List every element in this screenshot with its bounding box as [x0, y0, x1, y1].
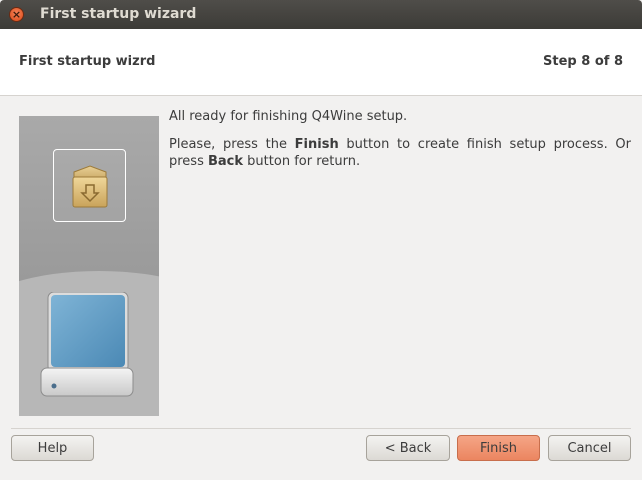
- close-icon[interactable]: ×: [9, 7, 24, 22]
- wizard-side-image: [19, 116, 159, 416]
- wizard-content: All ready for finishing Q4Wine setup. Pl…: [169, 108, 631, 170]
- back-keyword: Back: [208, 154, 244, 169]
- finish-button[interactable]: Finish: [457, 435, 540, 461]
- step-indicator: Step 8 of 8: [543, 54, 623, 69]
- window-title: First startup wizard: [40, 6, 197, 22]
- divider: [11, 428, 631, 429]
- back-button[interactable]: < Back: [366, 435, 450, 461]
- cancel-button[interactable]: Cancel: [548, 435, 631, 461]
- wizard-header: First startup wizrd Step 8 of 8: [0, 29, 642, 96]
- title-bar: × First startup wizard: [0, 0, 642, 29]
- instruction-message: Please, press the Finish button to creat…: [169, 137, 632, 169]
- page-title: First startup wizrd: [19, 54, 156, 69]
- package-frame: [53, 149, 126, 222]
- hard-drive-icon: [40, 292, 134, 397]
- help-button[interactable]: Help: [11, 435, 94, 461]
- finish-keyword: Finish: [294, 137, 339, 152]
- ready-message: All ready for finishing Q4Wine setup.: [169, 109, 408, 124]
- package-download-icon: [72, 165, 108, 208]
